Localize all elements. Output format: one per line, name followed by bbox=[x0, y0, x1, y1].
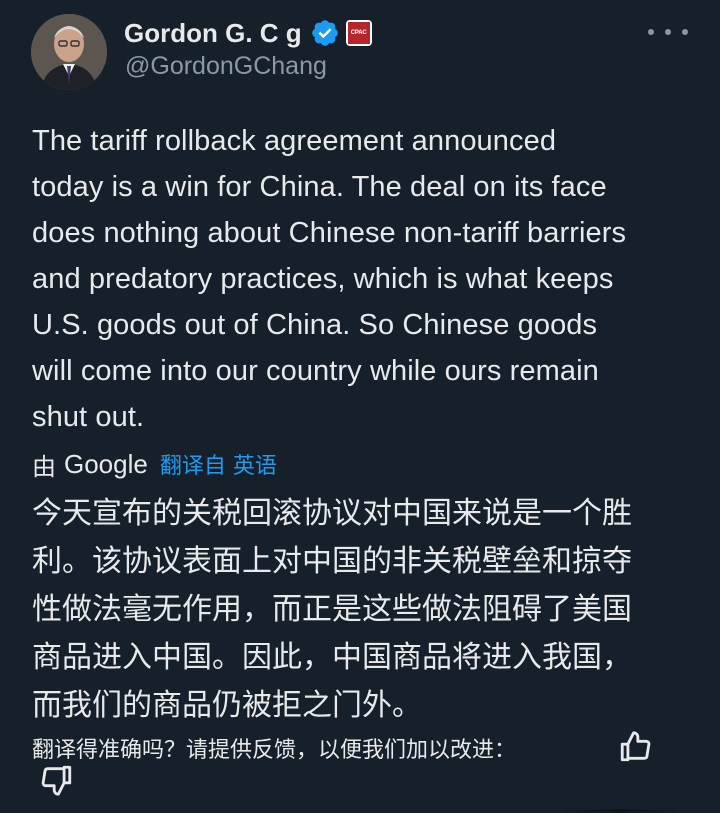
tweet-text: The tariff rollback agreement announced … bbox=[32, 125, 627, 433]
author-display-name[interactable]: Gordon G. C g bbox=[124, 18, 302, 49]
avatar-photo-icon bbox=[31, 14, 107, 90]
translated-text: 今天宣布的关税回滚协议对中国来说是一个胜 利。该协议表面上对中国的非关税壁垒和掠… bbox=[32, 496, 632, 723]
translation-by-label: 由 bbox=[32, 452, 56, 481]
more-horizontal-icon-dot bbox=[648, 29, 654, 35]
feedback-prompt: 翻译得准确吗？请提供反馈，以便我们加以改进： bbox=[32, 738, 517, 763]
verified-badge-icon bbox=[310, 18, 340, 48]
more-horizontal-icon-dot bbox=[682, 29, 688, 35]
more-options-button[interactable] bbox=[648, 22, 688, 42]
thumbs-up-icon[interactable] bbox=[618, 730, 652, 764]
translation-attribution: 由 Google 翻译自 英语 bbox=[32, 444, 277, 484]
author-handle[interactable]: @GordonGChang bbox=[125, 52, 327, 81]
translation-source-link[interactable]: 翻译自 英语 bbox=[160, 448, 277, 480]
bottom-divider bbox=[560, 809, 680, 813]
affiliation-badge-label: CPAC bbox=[347, 22, 370, 44]
affiliation-badge-icon[interactable]: CPAC bbox=[345, 20, 372, 46]
avatar[interactable] bbox=[31, 14, 107, 90]
google-logo: Google bbox=[64, 448, 148, 479]
more-horizontal-icon-dot bbox=[665, 29, 671, 35]
translation-feedback: 翻译得准确吗？请提供反馈，以便我们加以改进： bbox=[32, 726, 516, 770]
thumbs-down-icon[interactable] bbox=[40, 763, 74, 797]
author-name-row: Gordon G. C g CPAC bbox=[124, 13, 372, 53]
